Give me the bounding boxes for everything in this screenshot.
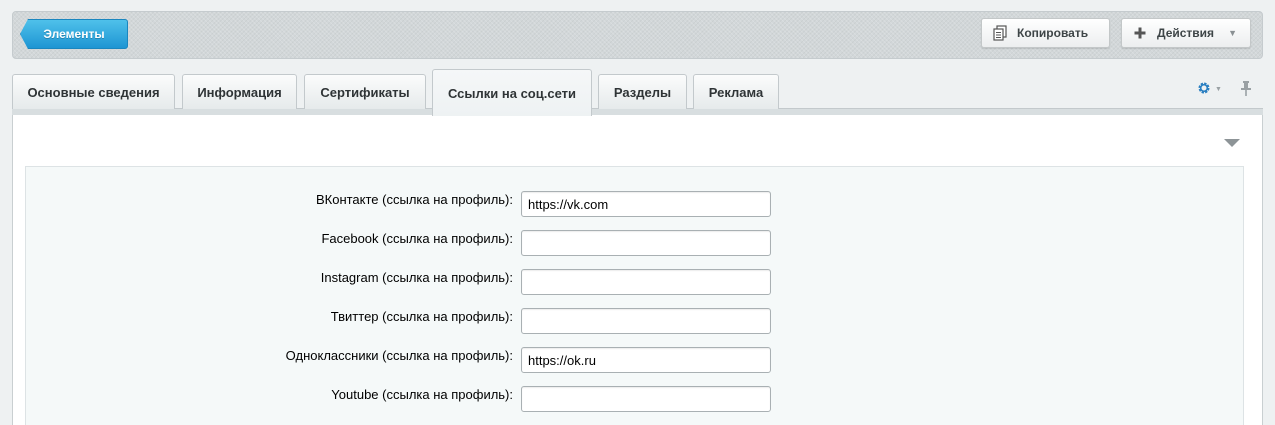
- field-label-twitter: Твиттер (ссылка на профиль):: [330, 309, 513, 324]
- youtube-field[interactable]: [521, 386, 771, 412]
- twitter-field[interactable]: [521, 308, 771, 334]
- triangle-down-icon[interactable]: [1224, 136, 1240, 151]
- field-label-facebook: Facebook (ссылка на профиль):: [321, 231, 513, 246]
- field-label-vkontakte: ВКонтакте (ссылка на профиль):: [315, 192, 513, 207]
- settings-button[interactable]: ▼: [1197, 81, 1222, 98]
- facebook-field[interactable]: [521, 230, 771, 256]
- vkontakte-field[interactable]: [521, 191, 771, 217]
- copy-button[interactable]: Копировать: [981, 18, 1110, 48]
- instagram-field[interactable]: [521, 269, 771, 295]
- field-label-odnoklassniki: Одноклассники (ссылка на профиль):: [285, 348, 513, 363]
- tab-sections[interactable]: Разделы: [598, 74, 687, 109]
- pin-icon[interactable]: [1240, 80, 1252, 99]
- odnoklassniki-field[interactable]: [521, 347, 771, 373]
- tab-social-links[interactable]: Ссылки на соц.сети: [432, 69, 592, 116]
- tab-main-info[interactable]: Основные сведения: [12, 74, 175, 109]
- chevron-down-icon: ▼: [1228, 28, 1237, 38]
- plus-icon: [1132, 25, 1148, 41]
- tab-certificates[interactable]: Сертификаты: [304, 74, 426, 109]
- actions-button[interactable]: Действия ▼: [1121, 18, 1251, 48]
- actions-button-label: Действия: [1157, 26, 1215, 40]
- back-to-elements-button[interactable]: Элементы: [20, 19, 128, 49]
- field-label-instagram: Instagram (ссылка на профиль):: [320, 270, 513, 285]
- copy-button-label: Копировать: [1017, 26, 1089, 40]
- tab-advertising[interactable]: Реклама: [693, 74, 779, 109]
- tab-information[interactable]: Информация: [182, 74, 297, 109]
- gear-icon: [1197, 81, 1211, 98]
- field-label-youtube: Youtube (ссылка на профиль):: [331, 387, 513, 402]
- settings-caret-icon: ▼: [1215, 86, 1222, 93]
- copy-icon: [992, 25, 1008, 41]
